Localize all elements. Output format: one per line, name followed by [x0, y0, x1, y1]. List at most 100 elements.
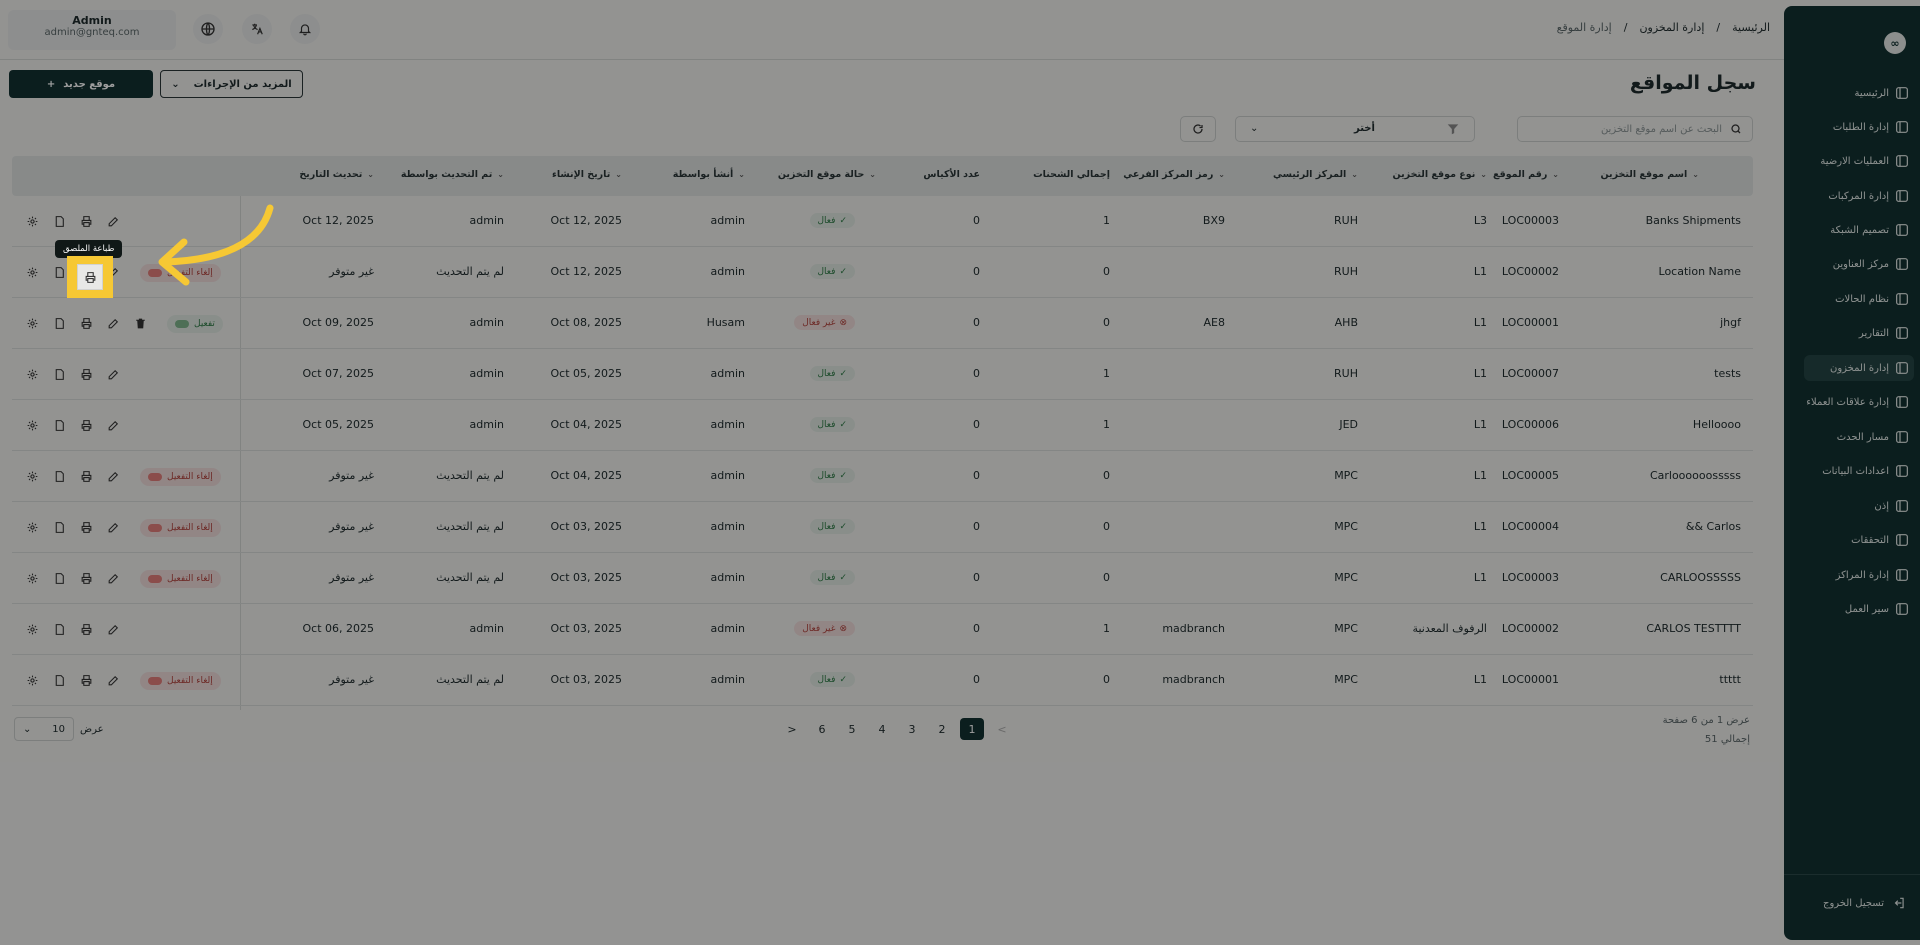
document-icon[interactable]	[49, 415, 70, 436]
sidebar-item-orders[interactable]: إدارة الطلبات	[1804, 114, 1914, 140]
logo-icon[interactable]: ∞	[1884, 32, 1906, 54]
user-profile[interactable]: Admin admin@gnteq.com	[8, 10, 176, 50]
edit-icon[interactable]	[103, 619, 124, 640]
col-created-by[interactable]: أنشأ بواسطة ⌄	[673, 169, 745, 180]
sidebar-item-database[interactable]: اعدادات البيانات	[1804, 458, 1914, 484]
edit-icon[interactable]	[103, 670, 124, 691]
breadcrumb-inventory[interactable]: إدارة المخزون	[1639, 21, 1704, 34]
table-row[interactable]: CARLOS TESTTTT LOC00002 الرفوف المعدنية MPC…	[12, 604, 1753, 655]
settings-icon[interactable]	[22, 568, 43, 589]
sidebar-item-workflow[interactable]: سير العمل	[1804, 596, 1914, 622]
table-row[interactable]: tests LOC00007 L1 RUH 1 0 admin Oct 05, 2025 adm…	[12, 349, 1753, 400]
document-icon[interactable]	[49, 670, 70, 691]
document-icon[interactable]	[49, 466, 70, 487]
edit-icon[interactable]	[103, 517, 124, 538]
document-icon[interactable]	[49, 313, 70, 334]
sidebar-item-users[interactable]: إذن	[1804, 493, 1914, 519]
print-icon[interactable]	[76, 415, 97, 436]
col-updated-by[interactable]: تم التحديث بواسطة ⌄	[401, 169, 504, 180]
table-row[interactable]: && Carlos LOC00004 L1 MPC 0 0 admin Oct 03, 202…	[12, 502, 1753, 553]
print-icon[interactable]	[76, 211, 97, 232]
print-label-highlight[interactable]	[67, 256, 113, 298]
document-icon[interactable]	[49, 211, 70, 232]
print-icon[interactable]	[76, 568, 97, 589]
sidebar-item-tools[interactable]: التحققات	[1804, 527, 1914, 553]
search-input[interactable]: البحث عن اسم موقع التخزين	[1517, 116, 1753, 142]
sidebar-item-network[interactable]: تصميم الشبكة	[1804, 217, 1914, 243]
col-subhub-code[interactable]: رمز المركز الفرعي ⌄	[1123, 169, 1225, 180]
page-3[interactable]: 3	[900, 718, 924, 740]
sidebar-item-inventory[interactable]: إدارة المخزون	[1804, 355, 1914, 381]
page-6[interactable]: 6	[810, 718, 834, 740]
edit-icon[interactable]	[103, 313, 124, 334]
table-row[interactable]: ttttt LOC00001 L1 MPC madbranch 0 0 admin Oct 03…	[12, 655, 1753, 706]
table-row[interactable]: CARLOOSSSSS LOC00003 L1 MPC 0 0 admin Oct 03, 2…	[12, 553, 1753, 604]
table-row[interactable]: Helloooo LOC00006 L1 JED 1 0 admin Oct 04, 2025…	[12, 400, 1753, 451]
more-actions-button[interactable]: ⌄ المزيد من الإجراءات	[160, 70, 303, 98]
edit-icon[interactable]	[103, 415, 124, 436]
print-icon[interactable]	[77, 264, 103, 290]
deactivate-toggle[interactable]: إلغاء التفعيل	[140, 569, 221, 588]
translate-icon[interactable]	[242, 14, 272, 44]
edit-icon[interactable]	[103, 211, 124, 232]
prev-page-button[interactable]: <	[990, 718, 1014, 740]
settings-icon[interactable]	[22, 313, 43, 334]
sidebar-item-status[interactable]: نظام الحالات	[1804, 286, 1914, 312]
document-icon[interactable]	[49, 619, 70, 640]
logout-button[interactable]: تسجيل الخروج	[1823, 896, 1906, 910]
next-page-button[interactable]: >	[780, 718, 804, 740]
filter-select[interactable]: ⌄ أختر	[1235, 116, 1475, 142]
edit-icon[interactable]	[103, 364, 124, 385]
print-icon[interactable]	[76, 313, 97, 334]
print-icon[interactable]	[76, 517, 97, 538]
per-page-select[interactable]: ⌄ 10	[14, 717, 74, 741]
col-created-date[interactable]: تاريخ الإنشاء ⌄	[552, 169, 622, 180]
col-status[interactable]: حالة موقع التخزين ⌄	[778, 169, 876, 180]
trash-icon[interactable]	[130, 313, 151, 334]
page-4[interactable]: 4	[870, 718, 894, 740]
col-location-number[interactable]: رقم الموقع ⌄	[1493, 169, 1559, 180]
deactivate-toggle[interactable]: إلغاء التفعيل	[140, 671, 221, 690]
print-icon[interactable]	[76, 619, 97, 640]
page-2[interactable]: 2	[930, 718, 954, 740]
document-icon[interactable]	[49, 364, 70, 385]
settings-icon[interactable]	[22, 364, 43, 385]
bell-icon[interactable]	[290, 14, 320, 44]
table-row[interactable]: Carloooooosssss LOC00005 L1 MPC 0 0 admin Oct 0…	[12, 451, 1753, 502]
sidebar-item-dashboard[interactable]: الرئيسية	[1804, 80, 1914, 106]
sidebar-item-reports[interactable]: التقارير	[1804, 320, 1914, 346]
sidebar-item-address[interactable]: مركز العناوين	[1804, 251, 1914, 277]
col-main-hub[interactable]: المركز الرئيسي ⌄	[1273, 169, 1358, 180]
settings-icon[interactable]	[22, 262, 43, 283]
document-icon[interactable]	[49, 568, 70, 589]
page-5[interactable]: 5	[840, 718, 864, 740]
page-1[interactable]: 1	[960, 718, 984, 740]
activate-toggle[interactable]: تفعيل	[167, 314, 223, 333]
refresh-button[interactable]	[1180, 116, 1216, 142]
settings-icon[interactable]	[22, 670, 43, 691]
sidebar-item-settings[interactable]: إدارة المراكز	[1804, 562, 1914, 588]
document-icon[interactable]	[49, 517, 70, 538]
breadcrumb-home[interactable]: الرئيسية	[1732, 21, 1770, 34]
deactivate-toggle[interactable]: إلغاء التفعيل	[140, 467, 221, 486]
deactivate-toggle[interactable]: إلغاء التفعيل	[140, 518, 221, 537]
new-location-button[interactable]: + موقع جديد	[9, 70, 153, 98]
globe-icon[interactable]	[193, 14, 223, 44]
col-location-name[interactable]: اسم موقع التخزين ⌄	[1601, 169, 1700, 180]
settings-icon[interactable]	[22, 517, 43, 538]
edit-icon[interactable]	[103, 466, 124, 487]
sidebar-item-route[interactable]: مسار الحدث	[1804, 424, 1914, 450]
print-icon[interactable]	[76, 466, 97, 487]
settings-icon[interactable]	[22, 211, 43, 232]
sidebar-item-ground-ops[interactable]: العمليات الارضية	[1804, 148, 1914, 174]
settings-icon[interactable]	[22, 619, 43, 640]
table-row[interactable]: jhgf LOC00001 L1 AHB AE8 0 0 Husam Oct 08, 2025 a…	[12, 298, 1753, 349]
print-icon[interactable]	[76, 364, 97, 385]
col-updated-date[interactable]: تحديث التاريخ ⌄	[299, 169, 374, 180]
print-icon[interactable]	[76, 670, 97, 691]
settings-icon[interactable]	[22, 466, 43, 487]
settings-icon[interactable]	[22, 415, 43, 436]
sidebar-item-truck[interactable]: إدارة المركبات	[1804, 183, 1914, 209]
sidebar-item-crm[interactable]: إدارة علاقات العملاء	[1804, 389, 1914, 415]
edit-icon[interactable]	[103, 568, 124, 589]
